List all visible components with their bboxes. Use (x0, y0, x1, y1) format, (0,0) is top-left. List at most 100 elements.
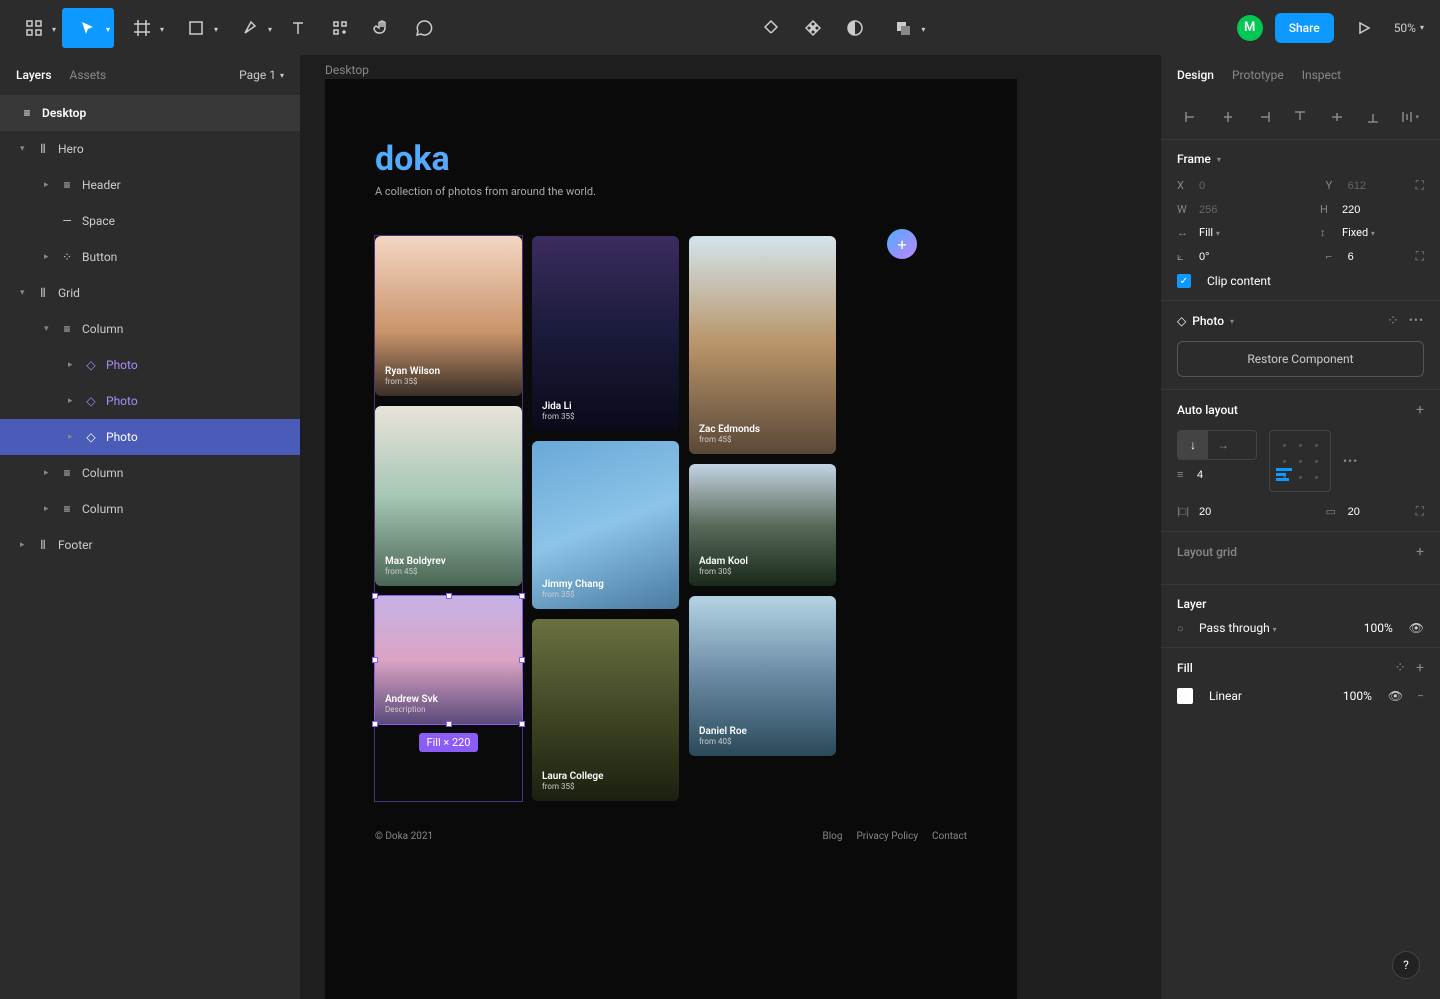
text-tool[interactable] (278, 8, 318, 48)
x-input[interactable] (1199, 180, 1259, 192)
layer-photo3[interactable]: ▸◇Photo (0, 419, 300, 455)
comment-tool[interactable] (404, 8, 444, 48)
resize-icon[interactable]: ⛶ (1416, 178, 1424, 193)
pad-individual-icon[interactable]: ⛶ (1416, 504, 1424, 519)
eye-icon[interactable]: 👁 (1388, 689, 1403, 703)
layer-column1[interactable]: ▾≡Column (0, 311, 300, 347)
eye-icon[interactable]: 👁 (1409, 621, 1424, 635)
photo-card[interactable]: Ryan Wilsonfrom 35$ (375, 236, 522, 396)
h-input[interactable] (1342, 204, 1402, 216)
spacing-input[interactable] (1197, 469, 1257, 481)
layer-footer[interactable]: ▸⦀Footer (0, 527, 300, 563)
footer-link[interactable]: Blog (823, 831, 843, 842)
radius-input[interactable] (1348, 251, 1408, 263)
undo-icon[interactable] (751, 8, 791, 48)
swap-icon[interactable]: ⁘ (1387, 313, 1399, 329)
shape-tool[interactable]: ▾ (170, 8, 222, 48)
align-top-icon[interactable] (1282, 103, 1318, 131)
fill-swatch[interactable] (1177, 688, 1193, 704)
photo-card[interactable]: Max Boldyrevfrom 45$ (375, 406, 522, 586)
photo-card[interactable]: Jimmy Changfrom 35$ (532, 441, 679, 609)
fill-opacity[interactable]: 100% (1343, 689, 1372, 703)
align-vcenter-icon[interactable] (1319, 103, 1355, 131)
pad-v-input[interactable] (1348, 506, 1408, 518)
corners-icon[interactable]: ⛶ (1416, 249, 1424, 264)
alignment-box[interactable] (1269, 430, 1331, 492)
al-more-icon[interactable]: ••• (1343, 454, 1358, 468)
avatar[interactable]: M (1237, 15, 1263, 41)
layer-space[interactable]: —Space (0, 203, 300, 239)
zoom-level[interactable]: 50%▾ (1386, 21, 1432, 35)
menu-button[interactable]: ▾ (8, 8, 60, 48)
resources-tool[interactable] (320, 8, 360, 48)
add-autolayout-icon[interactable]: + (1416, 402, 1424, 418)
horizontal-dir-icon[interactable]: → (1208, 431, 1238, 459)
layer-column2[interactable]: ▸≡Column (0, 455, 300, 491)
add-grid-icon[interactable]: + (1416, 544, 1424, 560)
distribute-icon[interactable]: ▾ (1392, 103, 1428, 131)
tab-assets[interactable]: Assets (70, 68, 107, 82)
add-fill-icon[interactable]: + (1416, 660, 1424, 676)
photo-card[interactable]: Jida Lifrom 35$ (532, 236, 679, 431)
share-button[interactable]: Share (1275, 13, 1334, 43)
photo-card[interactable]: Zac Edmondsfrom 45$ (689, 236, 836, 454)
frame-section-title[interactable]: Frame▾ (1177, 152, 1221, 166)
boolean-icon[interactable]: ▾ (877, 8, 929, 48)
fill-type[interactable]: Linear (1209, 689, 1242, 703)
tab-layers[interactable]: Layers (16, 68, 52, 82)
photo-card[interactable]: Daniel Roefrom 40$ (689, 596, 836, 756)
component-icon[interactable] (793, 8, 833, 48)
artboard-desktop[interactable]: doka A collection of photos from around … (325, 79, 1017, 999)
align-bottom-icon[interactable] (1355, 103, 1391, 131)
pad-h-input[interactable] (1199, 506, 1259, 518)
layer-desktop[interactable]: ≡Desktop (0, 95, 300, 131)
help-button[interactable]: ? (1392, 951, 1420, 979)
constraint-w[interactable]: Fill ▾ (1199, 226, 1259, 239)
footer-link[interactable]: Privacy Policy (856, 831, 918, 842)
rotation-input[interactable] (1199, 251, 1259, 263)
layer-header[interactable]: ▸≡Header (0, 167, 300, 203)
move-tool[interactable]: ▾ (62, 8, 114, 48)
hand-tool[interactable] (362, 8, 402, 48)
layer-grid[interactable]: ▾⦀Grid (0, 275, 300, 311)
restore-component-button[interactable]: Restore Component (1177, 341, 1424, 377)
layer-button[interactable]: ▸⁘Button (0, 239, 300, 275)
align-hcenter-icon[interactable] (1209, 103, 1245, 131)
align-left-icon[interactable] (1173, 103, 1209, 131)
fill-style-icon[interactable]: ⁘ (1394, 660, 1406, 676)
frame-tool[interactable]: ▾ (116, 8, 168, 48)
constraint-h[interactable]: Fixed ▾ (1342, 226, 1402, 239)
photo-card[interactable]: Adam Koolfrom 30$ (689, 464, 836, 586)
tab-design[interactable]: Design (1177, 68, 1214, 82)
add-button[interactable]: + (887, 229, 917, 259)
tab-prototype[interactable]: Prototype (1232, 68, 1284, 82)
y-input[interactable] (1348, 180, 1408, 192)
photo-price: from 45$ (385, 567, 446, 576)
blend-mode[interactable]: Pass through ▾ (1199, 621, 1277, 635)
photo-card[interactable]: Andrew SvkDescriptionFill × 220 (375, 596, 522, 724)
footer-link[interactable]: Contact (932, 831, 967, 842)
align-right-icon[interactable] (1246, 103, 1282, 131)
pen-tool[interactable]: ▾ (224, 8, 276, 48)
mask-icon[interactable] (835, 8, 875, 48)
page-selector[interactable]: Page 1▾ (239, 68, 284, 82)
layer-column3[interactable]: ▸≡Column (0, 491, 300, 527)
pad-v-icon: ▭ (1326, 505, 1340, 518)
pad-h-icon: |□| (1177, 505, 1191, 518)
clip-checkbox[interactable]: ✓ (1177, 274, 1191, 288)
opacity-input[interactable]: 100% (1364, 621, 1393, 635)
w-input[interactable] (1199, 204, 1259, 216)
more-icon[interactable]: ••• (1409, 313, 1424, 329)
copyright: © Doka 2021 (375, 831, 433, 842)
present-button[interactable] (1344, 8, 1384, 48)
tab-inspect[interactable]: Inspect (1302, 68, 1341, 82)
canvas[interactable]: Desktop doka A collection of photos from… (301, 55, 1160, 999)
vertical-dir-icon[interactable]: ↓ (1178, 431, 1208, 459)
minus-icon[interactable]: − (1417, 689, 1424, 703)
direction-toggle[interactable]: ↓ → (1177, 430, 1257, 460)
component-title[interactable]: ◇ Photo ▾ (1177, 314, 1234, 328)
layer-photo1[interactable]: ▸◇Photo (0, 347, 300, 383)
layer-photo2[interactable]: ▸◇Photo (0, 383, 300, 419)
layer-hero[interactable]: ▾⦀Hero (0, 131, 300, 167)
photo-card[interactable]: Laura Collegefrom 35$ (532, 619, 679, 801)
